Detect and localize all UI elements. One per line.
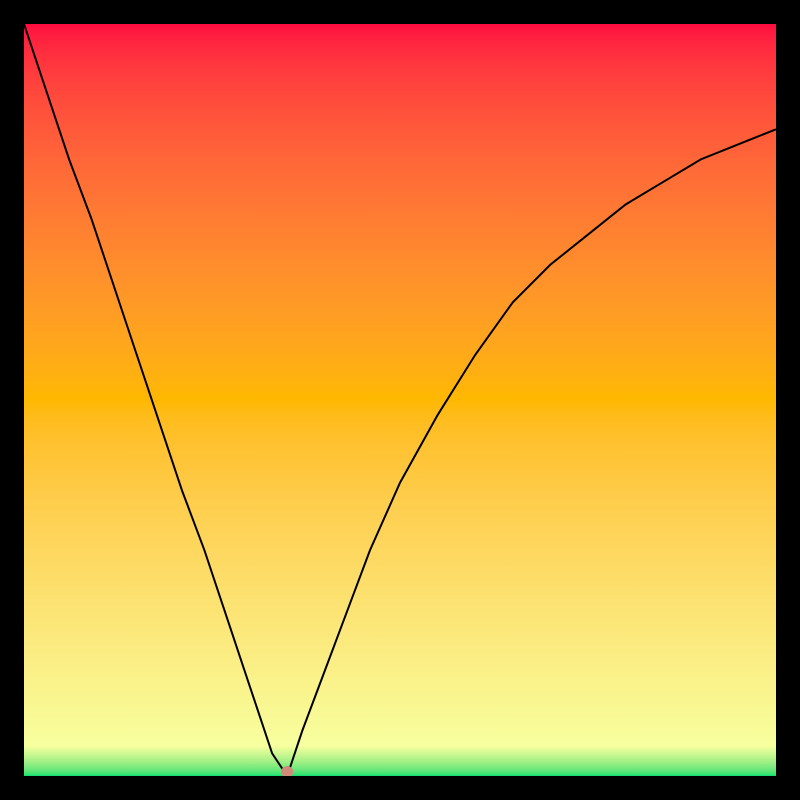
chart-area <box>24 24 776 776</box>
bottleneck-curve <box>24 24 776 776</box>
